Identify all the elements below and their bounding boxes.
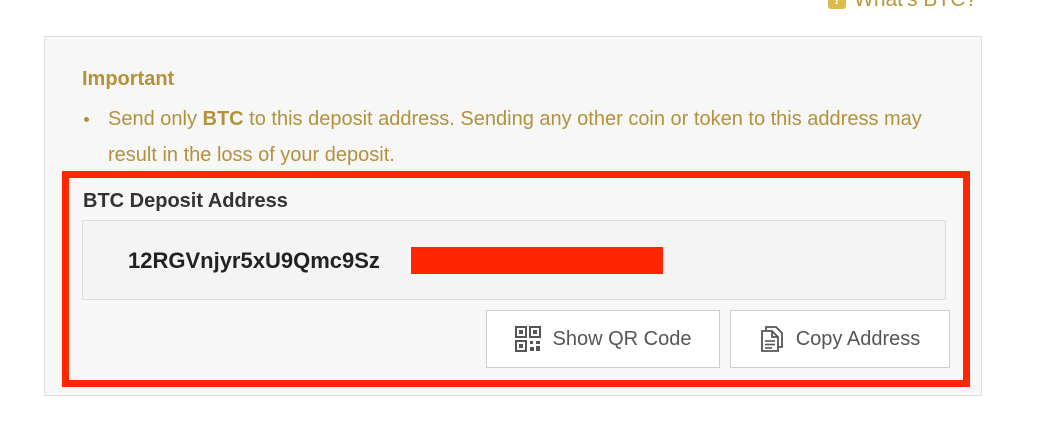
whats-btc-label: What's BTC? bbox=[854, 0, 977, 12]
deposit-address-value[interactable]: 12RGVnjyr5xU9Qmc9Sz bbox=[128, 248, 380, 274]
deposit-address-label: BTC Deposit Address bbox=[83, 190, 288, 212]
show-qr-code-label: Show QR Code bbox=[552, 327, 692, 350]
show-qr-code-button[interactable]: Show QR Code bbox=[486, 310, 720, 368]
question-icon: ? bbox=[828, 0, 846, 9]
qr-code-icon bbox=[514, 326, 541, 352]
important-title: Important bbox=[82, 68, 175, 90]
copy-document-icon bbox=[760, 326, 784, 352]
bullet-dot bbox=[84, 117, 89, 122]
whats-btc-link[interactable]: ? What's BTC? bbox=[828, 0, 977, 11]
warning-coin: BTC bbox=[202, 108, 244, 130]
important-warning-text: Send only BTC to this deposit address. S… bbox=[108, 101, 968, 173]
warning-text-before: Send only bbox=[108, 108, 203, 130]
copy-address-button[interactable]: Copy Address bbox=[730, 310, 950, 368]
redaction-bar bbox=[411, 247, 663, 274]
copy-address-label: Copy Address bbox=[795, 327, 921, 350]
